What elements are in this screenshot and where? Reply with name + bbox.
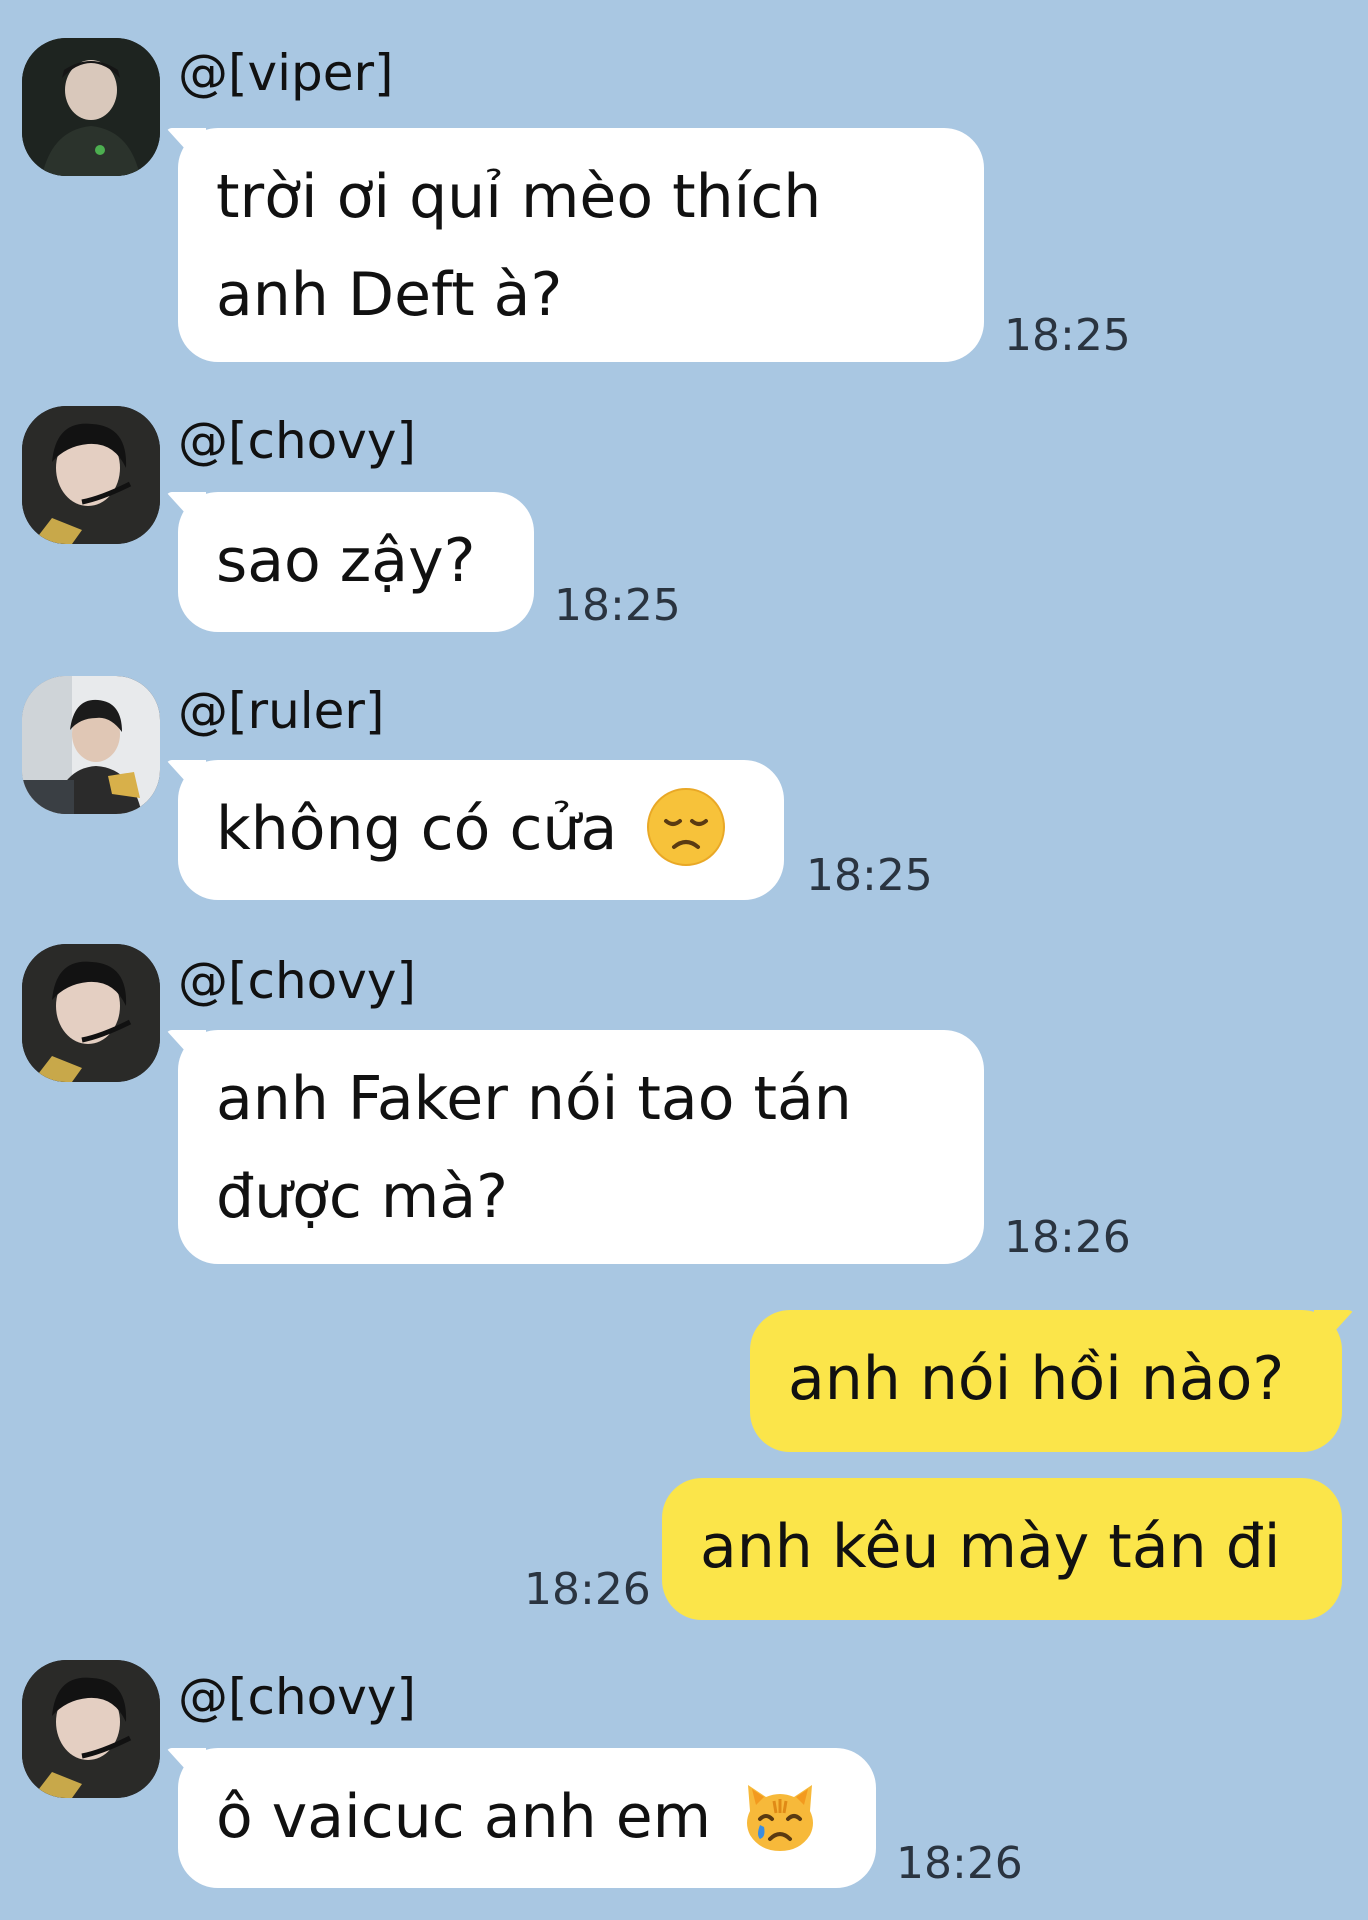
message-bubble[interactable]: ô vaicuc anh em xyxy=(178,1748,876,1888)
outgoing-message-bubble[interactable]: anh nói hồi nào? xyxy=(750,1310,1342,1452)
sender-name: @[chovy] xyxy=(178,1668,416,1726)
message-time: 18:25 xyxy=(554,580,681,631)
message-time: 18:25 xyxy=(806,850,933,901)
message-time: 18:26 xyxy=(896,1838,1023,1889)
sender-avatar-ruler[interactable] xyxy=(22,676,160,814)
sender-avatar-chovy[interactable] xyxy=(22,1660,160,1798)
sender-name: @[ruler] xyxy=(178,682,385,740)
message-line: được mà? xyxy=(216,1162,508,1232)
message-bubble[interactable]: trời ơi quỉ mèo thích anh Deft à? xyxy=(178,128,984,362)
message-bubble[interactable]: không có cửa xyxy=(178,760,784,900)
message-line: anh nói hồi nào? xyxy=(788,1344,1285,1414)
message-line: anh Deft à? xyxy=(216,260,563,330)
chat-container: @[viper] trời ơi quỉ mèo thích anh Deft … xyxy=(0,0,1368,1920)
chovy-avatar-image xyxy=(22,406,160,544)
sender-avatar-chovy[interactable] xyxy=(22,406,160,544)
sender-name: @[viper] xyxy=(178,44,394,102)
sender-name: @[chovy] xyxy=(178,412,416,470)
message-line: ô vaicuc anh em xyxy=(216,1782,712,1852)
chovy-avatar-image xyxy=(22,944,160,1082)
sender-avatar-viper[interactable] xyxy=(22,38,160,176)
message-bubble[interactable]: anh Faker nói tao tán được mà? xyxy=(178,1030,984,1264)
ruler-avatar-image xyxy=(22,676,160,814)
message-time: 18:25 xyxy=(1004,310,1131,361)
crying-cat-face-emoji xyxy=(740,1775,820,1855)
outgoing-message-bubble[interactable]: anh kêu mày tán đi xyxy=(662,1478,1342,1620)
sender-avatar-chovy[interactable] xyxy=(22,944,160,1082)
viper-avatar-image xyxy=(22,38,160,176)
chovy-avatar-image xyxy=(22,1660,160,1798)
message-line: anh kêu mày tán đi xyxy=(700,1512,1281,1582)
message-line: không có cửa xyxy=(216,794,618,864)
message-bubble[interactable]: sao zậy? xyxy=(178,492,534,632)
message-time: 18:26 xyxy=(1004,1212,1131,1263)
message-line: sao zậy? xyxy=(216,526,476,596)
message-time: 18:26 xyxy=(524,1564,651,1615)
sender-name: @[chovy] xyxy=(178,952,416,1010)
message-line: anh Faker nói tao tán xyxy=(216,1064,852,1134)
disappointed-face-emoji xyxy=(646,787,726,867)
message-line: trời ơi quỉ mèo thích xyxy=(216,162,822,232)
